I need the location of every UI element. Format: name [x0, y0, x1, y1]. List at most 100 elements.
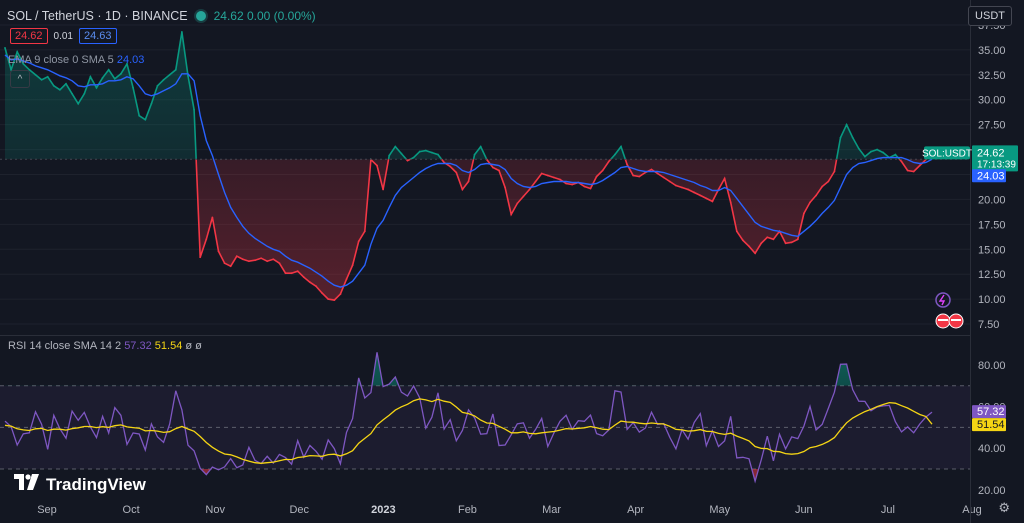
price-point — [77, 102, 80, 105]
price-point — [431, 151, 433, 154]
price-point — [388, 154, 391, 157]
time-tick-label: Mar — [542, 504, 561, 516]
price-point — [65, 82, 67, 85]
rsi-ma-label: 51.54 — [977, 419, 1005, 431]
rsi-tick-label: 20.00 — [978, 485, 1006, 497]
price-point — [333, 299, 336, 302]
time-tick-label: May — [709, 504, 730, 516]
price-point — [796, 238, 799, 241]
symbol-title[interactable]: SOL / TetherUS · 1D · BINANCE — [7, 9, 188, 23]
rsi-legend[interactable]: RSI 14 close SMA 14 2 57.32 51.54 ø ø — [8, 340, 202, 352]
price-tick-label: 17.50 — [978, 219, 1006, 231]
price-point — [583, 185, 586, 188]
time-tick-label: Feb — [458, 504, 477, 516]
event-icons[interactable] — [935, 292, 964, 329]
chart-canvas[interactable]: 7.5010.0012.5015.0017.5020.0022.5025.002… — [0, 0, 1024, 523]
price-change: 24.62 0.00 (0.00%) — [213, 9, 316, 23]
price-point — [632, 174, 635, 177]
price-point — [821, 185, 824, 188]
rsi-value-label: 57.32 — [977, 406, 1005, 418]
price-point — [504, 186, 506, 189]
price-point — [613, 153, 616, 156]
price-point — [52, 84, 55, 87]
price-point — [711, 200, 714, 203]
price-point — [479, 145, 482, 148]
time-axis[interactable]: Sep Oct Nov Dec 2023 Feb Mar Apr May Jun Jul Aug — [37, 504, 982, 516]
price-point — [199, 256, 202, 259]
price-point — [132, 86, 134, 89]
price-tick-label: 20.00 — [978, 194, 1006, 206]
price-point — [857, 147, 860, 150]
price-point — [461, 188, 464, 191]
price-point — [223, 262, 226, 265]
price-point — [235, 255, 238, 258]
lightning-icon[interactable] — [935, 292, 951, 308]
price-point — [790, 241, 793, 244]
price-point — [156, 84, 159, 87]
price-point — [809, 201, 811, 204]
price-point — [205, 238, 208, 241]
price-point — [687, 188, 689, 191]
rsi-legend-value: 57.32 — [124, 340, 152, 352]
price-point — [309, 281, 311, 284]
time-tick-label: Jul — [881, 504, 895, 516]
price-point — [278, 262, 281, 265]
price-point — [406, 159, 409, 162]
price-point — [522, 195, 525, 198]
tradingview-logo[interactable]: TradingView — [14, 473, 146, 496]
symbol-header[interactable]: SOL / TetherUS · 1D · BINANCE 24.62 0.00… — [7, 9, 316, 23]
price-point — [845, 123, 848, 126]
collapse-legend-button[interactable]: ^ — [10, 70, 30, 88]
price-point — [327, 298, 330, 301]
price-point — [376, 164, 378, 167]
price-point — [894, 153, 897, 156]
price-panel[interactable] — [0, 24, 970, 325]
price-point — [546, 174, 549, 177]
price-point — [437, 153, 439, 156]
price-point — [516, 202, 519, 205]
time-tick-label: Jun — [795, 504, 813, 516]
time-tick-label: Aug — [962, 504, 982, 516]
price-point — [162, 78, 165, 81]
price-point — [168, 73, 171, 76]
price-point — [424, 149, 427, 152]
price-point — [101, 76, 104, 79]
ema-legend[interactable]: EMA 9 close 0 SMA 5 24.03 — [8, 54, 144, 66]
settings-gear-icon[interactable]: ⚙ — [998, 500, 1010, 516]
price-point — [46, 75, 49, 78]
branding-text: TradingView — [46, 474, 146, 494]
price-tick-label: 7.50 — [978, 319, 999, 331]
price-point — [693, 191, 696, 194]
price-point — [803, 212, 805, 215]
price-point — [138, 114, 141, 117]
rsi-legend-extra: ø ø — [185, 340, 202, 352]
market-open-icon — [195, 11, 206, 21]
price-point — [607, 160, 610, 163]
price-point — [248, 260, 250, 263]
price-point — [266, 260, 269, 263]
price-point — [760, 242, 763, 245]
sell-button[interactable]: 24.62 — [10, 28, 48, 44]
price-point — [723, 177, 726, 180]
price-point — [339, 293, 342, 296]
price-point — [772, 238, 775, 241]
baseline-area-down — [5, 159, 932, 301]
price-point — [662, 176, 665, 179]
price-point — [784, 242, 787, 245]
price-tick-label: 12.50 — [978, 269, 1006, 281]
price-point — [400, 152, 403, 155]
currency-button[interactable]: USDT — [968, 6, 1012, 26]
price-point — [107, 68, 110, 71]
price-point — [34, 73, 37, 76]
price-point — [71, 92, 73, 95]
price-point — [699, 194, 702, 197]
rsi-panel[interactable] — [0, 352, 970, 484]
price-point — [571, 183, 574, 186]
price-point — [180, 31, 183, 33]
buy-button[interactable]: 24.63 — [79, 28, 117, 44]
price-point — [748, 245, 750, 248]
spread-value: 0.01 — [53, 30, 73, 42]
price-point — [851, 136, 854, 139]
ema-legend-value: 24.03 — [116, 54, 145, 66]
price-point — [363, 230, 366, 233]
